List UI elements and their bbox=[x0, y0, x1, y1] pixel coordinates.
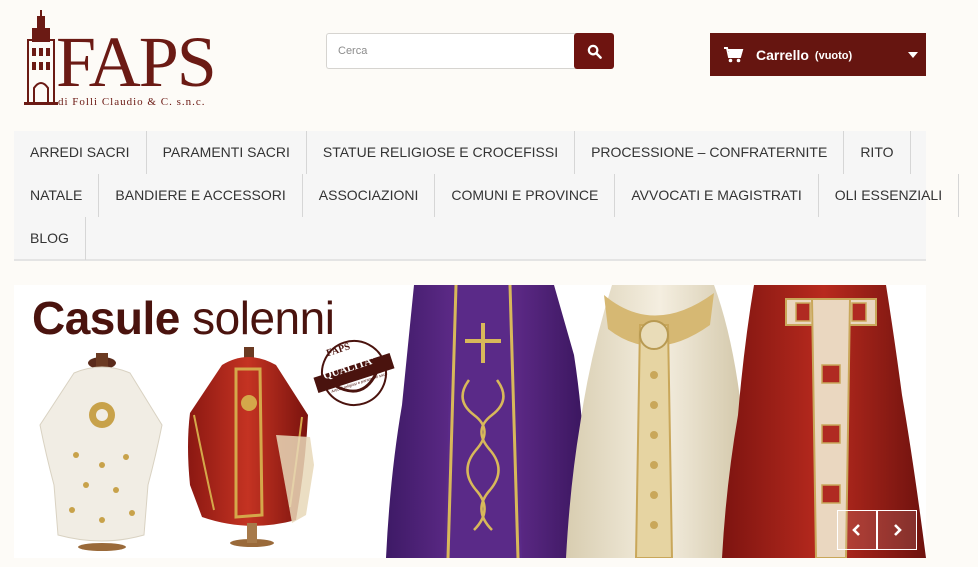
menu-item-statue-religiose[interactable]: STATUE RELIGIOSE E CROCEFISSI bbox=[307, 131, 576, 174]
cart-dropdown-icon bbox=[908, 52, 918, 58]
menu-item-natale[interactable]: NATALE bbox=[14, 174, 100, 217]
cart-status: (vuoto) bbox=[814, 49, 853, 62]
white-chasuble-figure bbox=[39, 353, 163, 551]
menu-item-comuni-province[interactable]: COMUNI E PROVINCE bbox=[435, 174, 616, 217]
menu-row-2: NATALE BANDIERE E ACCESSORI ASSOCIAZIONI… bbox=[14, 174, 960, 217]
menu-item-oli-essenziali[interactable]: OLI ESSENZIALI bbox=[819, 174, 960, 217]
menu-item-blog[interactable]: BLOG bbox=[14, 217, 86, 260]
banner-slider[interactable]: Casule solenni FAPS QUALITA' Articoli re… bbox=[14, 285, 926, 558]
menu-item-associazioni[interactable]: ASSOCIAZIONI bbox=[303, 174, 436, 217]
site-logo[interactable]: FAPS di Folli Claudio & C. s.n.c. bbox=[22, 10, 232, 110]
menu-row-3: BLOG bbox=[14, 217, 86, 260]
chevron-right-icon bbox=[894, 524, 902, 536]
banner-title-bold: Casule bbox=[32, 292, 180, 344]
menu-item-paramenti-sacri[interactable]: PARAMENTI SACRI bbox=[147, 131, 307, 174]
menu-item-processione[interactable]: PROCESSIONE – CONFRATERNITE bbox=[575, 131, 845, 174]
cart-icon bbox=[724, 46, 744, 62]
red-chasuble-figure bbox=[188, 347, 314, 547]
logo-brand: FAPS bbox=[56, 22, 217, 102]
menu-row-1: ARREDI SACRI PARAMENTI SACRI STATUE RELI… bbox=[14, 131, 911, 174]
cart-label: Carrello bbox=[756, 46, 809, 63]
menu-item-bandiere[interactable]: BANDIERE E ACCESSORI bbox=[99, 174, 303, 217]
menu-item-avvocati-magistrati[interactable]: AVVOCATI E MAGISTRATI bbox=[615, 174, 819, 217]
search-input[interactable] bbox=[326, 33, 578, 69]
chevron-left-icon bbox=[852, 524, 860, 536]
slider-next-button[interactable] bbox=[877, 510, 917, 550]
banner-title-regular: solenni bbox=[192, 292, 335, 344]
logo-subtitle: di Folli Claudio & C. s.n.c. bbox=[58, 96, 206, 108]
search-bar bbox=[326, 33, 614, 69]
search-button[interactable] bbox=[574, 33, 614, 69]
search-icon bbox=[587, 44, 602, 59]
banner-title: Casule solenni bbox=[32, 291, 335, 345]
slider-prev-button[interactable] bbox=[837, 510, 877, 550]
menu-item-arredi-sacri[interactable]: ARREDI SACRI bbox=[14, 131, 147, 174]
purple-chasuble-figure bbox=[386, 285, 587, 558]
menu-item-rito[interactable]: RITO bbox=[844, 131, 911, 174]
main-menu: ARREDI SACRI PARAMENTI SACRI STATUE RELI… bbox=[14, 131, 960, 261]
cart-button[interactable]: Carrello (vuoto) bbox=[710, 33, 926, 76]
